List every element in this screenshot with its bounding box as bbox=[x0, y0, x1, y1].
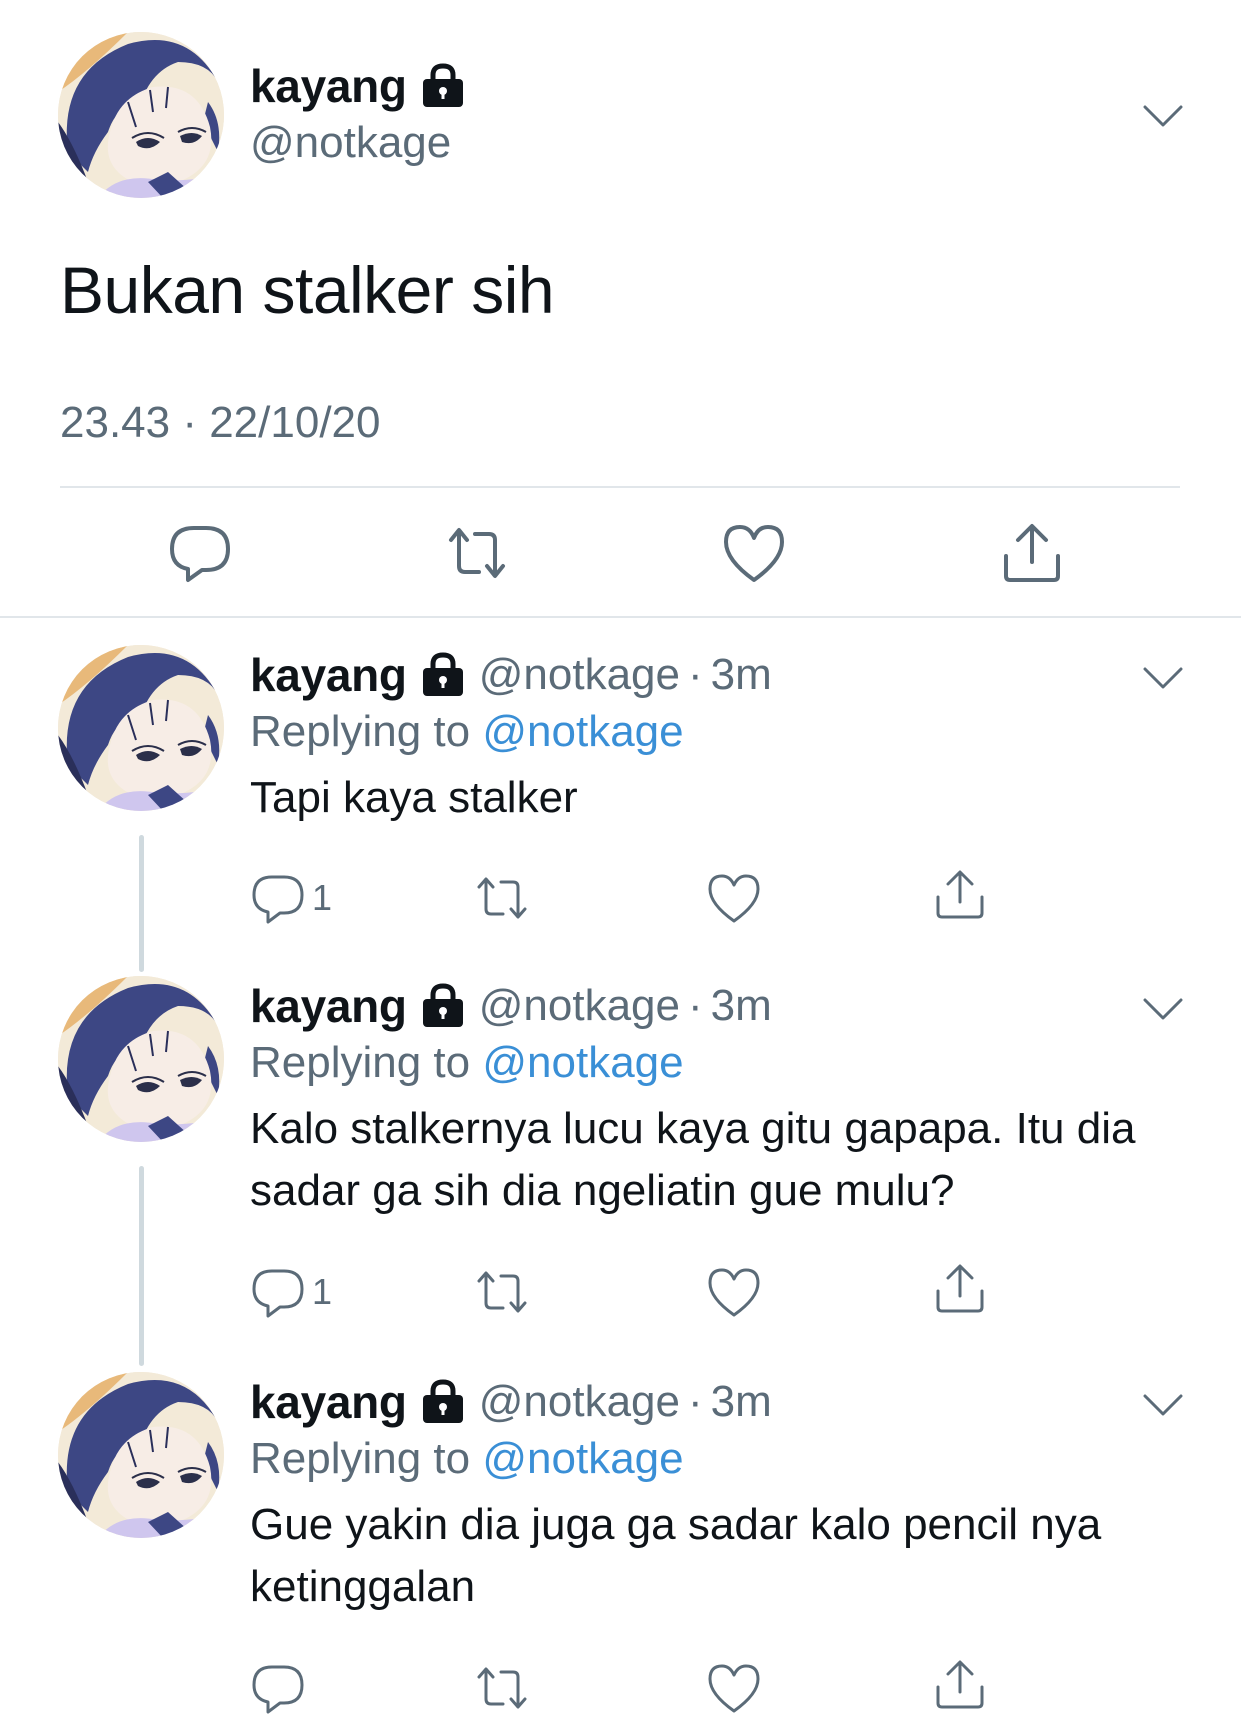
avatar[interactable] bbox=[58, 645, 224, 811]
chevron-down-icon[interactable] bbox=[1142, 996, 1184, 1022]
share-icon[interactable] bbox=[932, 1659, 988, 1711]
lock-icon bbox=[421, 1379, 465, 1425]
like-icon[interactable] bbox=[706, 872, 762, 924]
reply-icon[interactable] bbox=[250, 1662, 306, 1714]
display-name[interactable]: kayang bbox=[250, 1375, 407, 1429]
reply-count: 1 bbox=[312, 877, 333, 918]
mention-link[interactable]: @notkage bbox=[482, 707, 683, 756]
share-icon[interactable] bbox=[932, 869, 988, 921]
separator-dot: · bbox=[687, 981, 703, 1030]
tweet-text: Bukan stalker sih bbox=[60, 253, 555, 327]
separator-dot: · bbox=[687, 1377, 703, 1426]
retweet-icon[interactable] bbox=[474, 1266, 530, 1318]
avatar[interactable] bbox=[58, 32, 224, 198]
tweet-thread: kayang @notkage Bukan stalker sih 23.43 … bbox=[0, 0, 1241, 1730]
thread-line bbox=[139, 835, 144, 972]
reply-header: kayang @notkage · 3m bbox=[250, 976, 772, 1036]
divider bbox=[60, 486, 1180, 488]
display-name[interactable]: kayang bbox=[250, 979, 407, 1033]
like-icon[interactable] bbox=[706, 1662, 762, 1714]
reply-icon[interactable] bbox=[250, 1266, 306, 1318]
display-name[interactable]: kayang bbox=[250, 648, 407, 702]
relative-time[interactable]: 3m bbox=[711, 650, 772, 700]
handle[interactable]: @notkage bbox=[250, 118, 451, 168]
chevron-down-icon[interactable] bbox=[1142, 665, 1184, 691]
tweet-text: Kalo stalkernya lucu kaya gitu gapapa. I… bbox=[250, 1104, 1136, 1215]
handle[interactable]: @notkage bbox=[479, 1377, 680, 1427]
reply-header: kayang @notkage · 3m bbox=[250, 1372, 772, 1432]
tweet-timestamp[interactable]: 23.43 · 22/10/20 bbox=[60, 398, 380, 448]
lock-icon bbox=[421, 652, 465, 698]
reply-icon[interactable] bbox=[250, 872, 306, 924]
replying-to: Replying to @notkage bbox=[250, 1434, 684, 1484]
chevron-down-icon[interactable] bbox=[1142, 103, 1184, 129]
retweet-icon[interactable] bbox=[474, 1662, 530, 1714]
mention-link[interactable]: @notkage bbox=[482, 1434, 683, 1483]
author-name-row: kayang bbox=[250, 56, 465, 116]
avatar[interactable] bbox=[58, 1372, 224, 1538]
replying-to: Replying to @notkage bbox=[250, 1038, 684, 1088]
tweet-text: Tapi kaya stalker bbox=[250, 773, 578, 822]
relative-time[interactable]: 3m bbox=[711, 981, 772, 1031]
share-icon[interactable] bbox=[1000, 522, 1064, 584]
thread-line bbox=[139, 1166, 144, 1366]
lock-icon bbox=[421, 63, 465, 109]
retweet-icon[interactable] bbox=[445, 522, 509, 584]
reply-icon[interactable] bbox=[168, 522, 232, 584]
chevron-down-icon[interactable] bbox=[1142, 1392, 1184, 1418]
lock-icon bbox=[421, 983, 465, 1029]
separator-dot: · bbox=[687, 650, 703, 699]
like-icon[interactable] bbox=[706, 1266, 762, 1318]
avatar[interactable] bbox=[58, 976, 224, 1142]
handle[interactable]: @notkage bbox=[479, 650, 680, 700]
reply-header: kayang @notkage · 3m bbox=[250, 645, 772, 705]
handle[interactable]: @notkage bbox=[479, 981, 680, 1031]
replying-to: Replying to @notkage bbox=[250, 707, 684, 757]
share-icon[interactable] bbox=[932, 1263, 988, 1315]
divider bbox=[0, 616, 1241, 618]
display-name[interactable]: kayang bbox=[250, 59, 407, 113]
replying-prefix: Replying to bbox=[250, 1038, 471, 1087]
tweet-text: Gue yakin dia juga ga sadar kalo pencil … bbox=[250, 1500, 1102, 1611]
retweet-icon[interactable] bbox=[474, 872, 530, 924]
replying-prefix: Replying to bbox=[250, 707, 471, 756]
relative-time[interactable]: 3m bbox=[711, 1377, 772, 1427]
reply-count: 1 bbox=[312, 1271, 333, 1312]
mention-link[interactable]: @notkage bbox=[482, 1038, 683, 1087]
like-icon[interactable] bbox=[722, 522, 786, 584]
replying-prefix: Replying to bbox=[250, 1434, 471, 1483]
